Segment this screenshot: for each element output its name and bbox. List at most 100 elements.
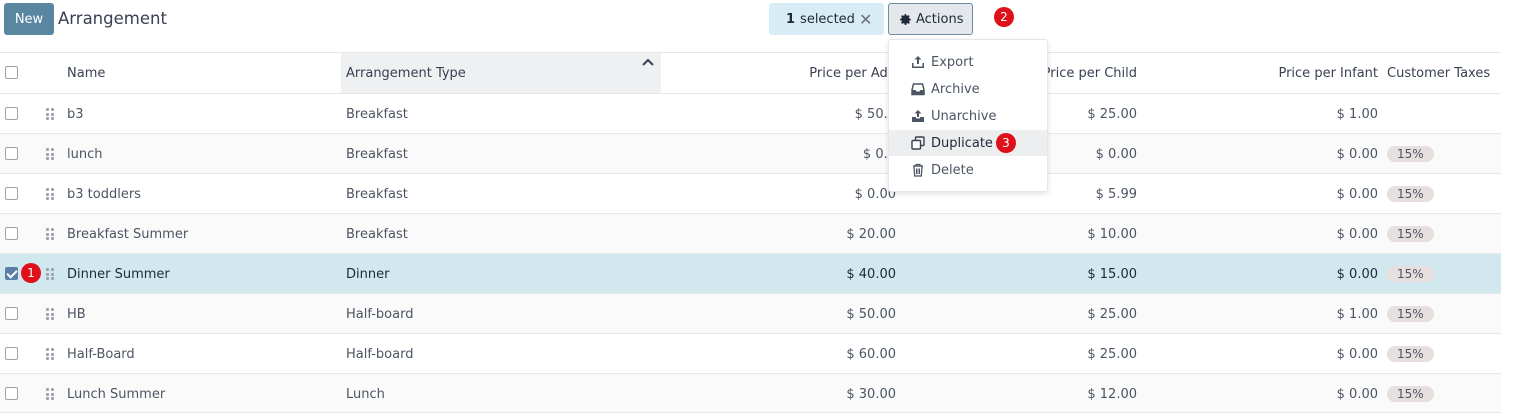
table-header: Name Arrangement Type Price per Adu Pric…	[0, 52, 1501, 94]
drag-handle-icon[interactable]	[46, 308, 54, 320]
menu-item-export-label: Export	[931, 54, 974, 70]
cell-price-adult[interactable]: $ 60.00	[661, 334, 896, 374]
cell-taxes[interactable]: 15%	[1387, 214, 1501, 254]
drag-handle-icon[interactable]	[46, 348, 54, 360]
table-row[interactable]: lunch Breakfast $ 0.0 $ 0.00 $ 0.00 15%	[0, 133, 1501, 173]
table-row[interactable]: Half-Board Half-board $ 60.00 $ 25.00 $ 0.00…	[0, 333, 1501, 373]
cell-taxes[interactable]: 15%	[1387, 294, 1501, 334]
cell-price-child[interactable]: $ 15.00	[900, 254, 1137, 294]
menu-item-delete[interactable]: Delete	[889, 157, 1047, 183]
inbox-icon	[911, 83, 925, 96]
step-marker-3: 3	[996, 133, 1016, 153]
column-header-name[interactable]: Name	[67, 53, 337, 94]
cell-name[interactable]: Lunch Summer	[67, 374, 337, 414]
sort-ascending-icon	[642, 58, 654, 66]
cell-taxes[interactable]: 15%	[1387, 134, 1501, 174]
cell-price-infant[interactable]: $ 0.00	[1140, 374, 1378, 414]
cell-type[interactable]: Breakfast	[346, 94, 656, 134]
row-checkbox[interactable]	[5, 147, 18, 160]
cell-type[interactable]: Breakfast	[346, 214, 656, 254]
column-header-taxes[interactable]: Customer Taxes	[1387, 53, 1501, 94]
clear-selection-icon[interactable]: ✕	[859, 10, 872, 29]
step-marker-2: 2	[994, 7, 1014, 27]
cell-name[interactable]: b3 toddlers	[67, 174, 337, 214]
cell-taxes[interactable]: 15%	[1387, 174, 1501, 214]
cell-price-infant[interactable]: $ 0.00	[1140, 214, 1378, 254]
cell-type[interactable]: Breakfast	[346, 134, 656, 174]
copy-icon	[911, 136, 925, 150]
row-checkbox[interactable]	[5, 107, 18, 120]
cell-price-child[interactable]: $ 10.00	[900, 214, 1137, 254]
cell-price-child[interactable]: $ 12.00	[900, 374, 1137, 414]
cell-price-infant[interactable]: $ 1.00	[1140, 294, 1378, 334]
row-checkbox[interactable]	[5, 227, 18, 240]
row-checkbox[interactable]	[5, 347, 18, 360]
menu-item-delete-label: Delete	[931, 162, 974, 178]
cell-type[interactable]: Lunch	[346, 374, 656, 414]
table-row[interactable]: HB Half-board $ 50.00 $ 25.00 $ 1.00 15%	[0, 293, 1501, 333]
cell-price-child[interactable]: $ 25.00	[900, 294, 1137, 334]
cell-price-adult[interactable]: $ 0.00	[661, 174, 896, 214]
cell-taxes[interactable]	[1387, 94, 1501, 134]
cell-price-infant[interactable]: $ 0.00	[1140, 134, 1378, 174]
row-checkbox[interactable]	[5, 387, 18, 400]
cell-taxes[interactable]: 15%	[1387, 374, 1501, 414]
unarchive-icon	[912, 110, 924, 122]
cell-price-adult[interactable]: $ 30.00	[661, 374, 896, 414]
actions-button[interactable]: Actions	[888, 3, 973, 35]
tax-tag: 15%	[1387, 266, 1434, 282]
menu-item-unarchive[interactable]: Unarchive	[889, 103, 1047, 129]
cell-name[interactable]: Half-Board	[67, 334, 337, 374]
cell-name[interactable]: lunch	[67, 134, 337, 174]
cell-price-adult[interactable]: $ 0.0	[661, 134, 896, 174]
column-header-type[interactable]: Arrangement Type	[341, 53, 661, 94]
drag-handle-icon[interactable]	[46, 268, 54, 280]
cell-type[interactable]: Breakfast	[346, 174, 656, 214]
selection-indicator: 1 selected ✕	[769, 3, 884, 35]
cell-taxes[interactable]: 15%	[1387, 334, 1501, 374]
step-marker-1: 1	[21, 263, 41, 283]
cell-taxes[interactable]: 15%	[1387, 254, 1501, 294]
tax-tag: 15%	[1387, 226, 1434, 242]
cell-price-adult[interactable]: $ 50.00	[661, 294, 896, 334]
drag-handle-icon[interactable]	[46, 388, 54, 400]
cell-name[interactable]: HB	[67, 294, 337, 334]
table-row[interactable]: b3 Breakfast $ 50.0 $ 25.00 $ 1.00	[0, 93, 1501, 133]
table-row[interactable]: Lunch Summer Lunch $ 30.00 $ 12.00 $ 0.00 15%	[0, 373, 1501, 413]
cell-type[interactable]: Half-board	[346, 334, 656, 374]
cell-price-adult[interactable]: $ 50.0	[661, 94, 896, 134]
column-header-infant[interactable]: Price per Infant	[1140, 53, 1378, 94]
cell-price-infant[interactable]: $ 0.00	[1140, 334, 1378, 374]
menu-item-duplicate[interactable]: Duplicate	[889, 130, 1047, 156]
cell-name[interactable]: Dinner Summer	[67, 254, 337, 294]
table-row[interactable]: b3 toddlers Breakfast $ 0.00 $ 5.99 $ 0.00 15…	[0, 173, 1501, 213]
column-header-adult[interactable]: Price per Adu	[661, 53, 896, 94]
cell-price-infant[interactable]: $ 0.00	[1140, 174, 1378, 214]
cell-price-infant[interactable]: $ 0.00	[1140, 254, 1378, 294]
cell-type[interactable]: Half-board	[346, 294, 656, 334]
menu-item-duplicate-label: Duplicate	[931, 135, 993, 151]
row-checkbox[interactable]	[5, 307, 18, 320]
cell-price-child[interactable]: $ 25.00	[900, 334, 1137, 374]
menu-item-archive[interactable]: Archive	[889, 76, 1047, 102]
table-row[interactable]: Breakfast Summer Breakfast $ 20.00 $ 10.00 $…	[0, 213, 1501, 253]
control-panel: New Arrangement 1 selected ✕ Actions 2	[0, 0, 1517, 40]
tax-tag: 15%	[1387, 386, 1434, 402]
row-checkbox[interactable]	[5, 187, 18, 200]
cell-price-adult[interactable]: $ 40.00	[661, 254, 896, 294]
cell-price-adult[interactable]: $ 20.00	[661, 214, 896, 254]
drag-handle-icon[interactable]	[46, 228, 54, 240]
cell-type[interactable]: Dinner	[346, 254, 656, 294]
drag-handle-icon[interactable]	[46, 108, 54, 120]
menu-item-export[interactable]: Export	[889, 49, 1047, 75]
drag-handle-icon[interactable]	[46, 188, 54, 200]
drag-handle-icon[interactable]	[46, 148, 54, 160]
table-row[interactable]: 1 Dinner Summer Dinner $ 40.00 $ 15.00 $ 0.00…	[0, 253, 1501, 293]
cell-name[interactable]: Breakfast Summer	[67, 214, 337, 254]
cell-name[interactable]: b3	[67, 94, 337, 134]
new-button[interactable]: New	[4, 3, 54, 35]
select-all-checkbox[interactable]	[5, 66, 18, 79]
row-checkbox[interactable]	[5, 267, 18, 280]
cell-price-infant[interactable]: $ 1.00	[1140, 94, 1378, 134]
menu-item-archive-label: Archive	[931, 81, 980, 97]
